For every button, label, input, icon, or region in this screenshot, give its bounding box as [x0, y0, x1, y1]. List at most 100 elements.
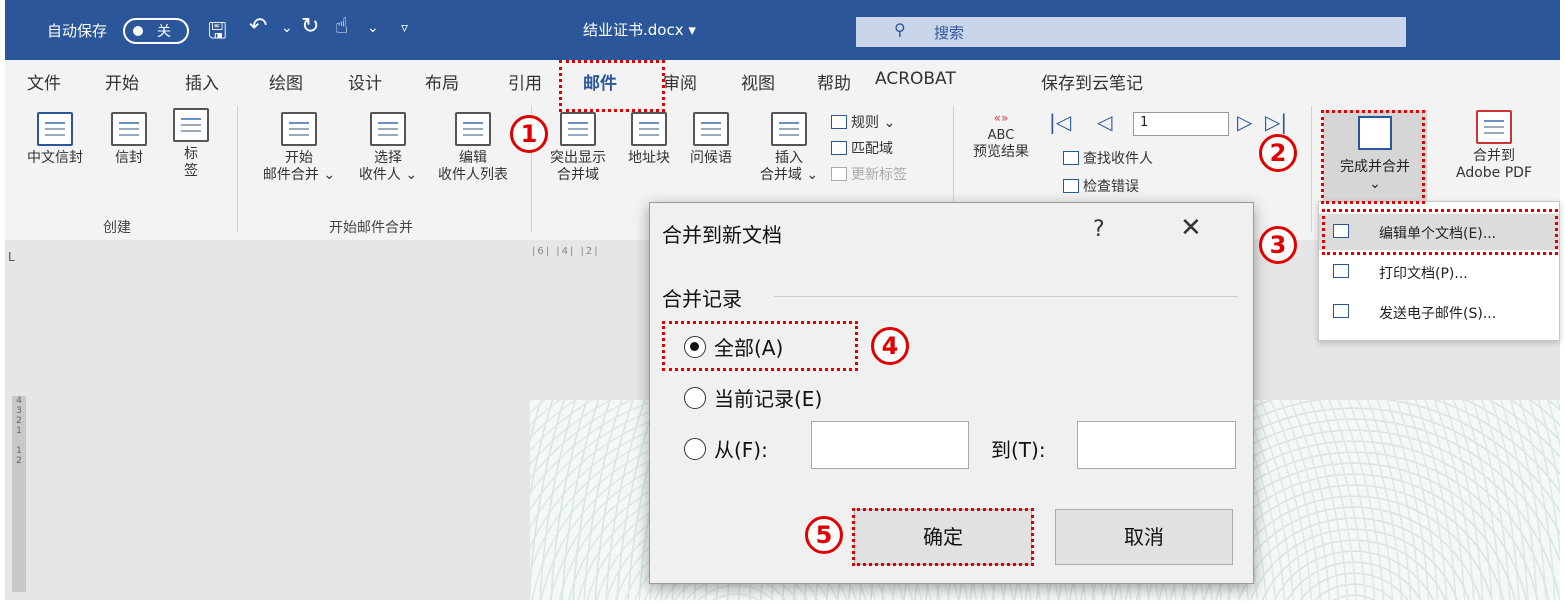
match-fields-label: 匹配域 — [851, 141, 893, 157]
start-mail-merge-button[interactable]: 开始 邮件合并 ⌄ — [251, 112, 347, 184]
envelope-button[interactable]: 信封 — [101, 112, 157, 167]
annotation-box-finish-merge — [1321, 110, 1425, 204]
adobe-label-2: Adobe PDF — [1455, 165, 1532, 181]
last-record-icon[interactable]: ▷| — [1265, 110, 1287, 134]
undo-icon[interactable]: ↶ — [249, 14, 267, 39]
save-icon[interactable]: 🖫 — [208, 14, 227, 52]
next-record-icon[interactable]: ▷ — [1237, 110, 1252, 134]
dialog-title: 合并到新文档 — [662, 223, 782, 247]
rules-label: 规则 ⌄ — [851, 115, 896, 131]
greeting-line-icon — [693, 112, 729, 146]
tab-view[interactable]: 视图 — [741, 69, 775, 94]
close-icon[interactable]: ✕ — [1180, 213, 1202, 243]
print-icon — [1333, 264, 1349, 278]
edit-recipient-list-button[interactable]: 编辑 收件人列表 — [425, 112, 521, 184]
cancel-button[interactable]: 取消 — [1055, 509, 1233, 565]
radio-current-record[interactable]: 当前记录(E) — [684, 383, 822, 412]
annotation-box-edit-documents — [1322, 209, 1558, 255]
rules-button[interactable]: 规则 ⌄ — [831, 112, 895, 132]
tab-save-to-cloud-note[interactable]: 保存到云笔记 — [1041, 69, 1143, 94]
tab-insert[interactable]: 插入 — [185, 69, 219, 94]
select-recipients-button[interactable]: 选择 收件人 ⌄ — [345, 112, 431, 184]
to-record-input[interactable] — [1077, 421, 1236, 469]
match-fields-icon — [831, 141, 847, 155]
menu-print-label: 打印文档(P)... — [1379, 266, 1468, 282]
tab-design[interactable]: 设计 — [348, 69, 382, 94]
labels-button[interactable]: 标 签 — [167, 108, 215, 180]
vertical-ruler: 432112 — [12, 396, 26, 592]
update-labels-button[interactable]: 更新标签 — [831, 164, 907, 184]
touch-dropdown-icon[interactable]: ⌄ — [367, 20, 379, 36]
labels-label-1: 标 — [184, 146, 198, 162]
tab-selector-icon[interactable]: L — [8, 250, 15, 264]
search-placeholder: 搜索 — [934, 24, 965, 42]
step-marker-4: 4 — [871, 327, 909, 365]
section-divider — [774, 296, 1238, 297]
check-errors-label: 检查错误 — [1083, 179, 1139, 195]
edit-recipient-list-icon — [455, 112, 491, 146]
group-start-merge-label: 开始邮件合并 — [329, 220, 413, 236]
customize-toolbar-icon[interactable]: ▿ — [401, 20, 408, 36]
select-recipients-label-1: 选择 — [374, 150, 402, 166]
insert-merge-field-icon — [771, 112, 807, 146]
merge-records-heading: 合并记录 — [662, 287, 742, 311]
step-marker-3: 3 — [1259, 226, 1297, 264]
autosave-toggle[interactable]: 关 — [123, 18, 189, 44]
match-fields-button[interactable]: 匹配域 — [831, 138, 893, 158]
undo-dropdown-icon[interactable]: ⌄ — [281, 20, 293, 36]
tab-home[interactable]: 开始 — [105, 69, 139, 94]
check-errors-icon — [1063, 179, 1079, 193]
preview-results-button[interactable]: «» ABC 预览结果 — [963, 110, 1039, 161]
tab-layout[interactable]: 布局 — [425, 69, 459, 94]
step-marker-1: 1 — [510, 115, 548, 153]
menu-email-label: 发送电子邮件(S)... — [1379, 306, 1497, 322]
email-icon — [1333, 304, 1349, 318]
highlight-label-2: 合并域 — [557, 167, 599, 183]
annotation-box-all-records — [662, 321, 858, 371]
chinese-envelope-label: 中文信封 — [27, 150, 83, 166]
menu-send-email[interactable]: 发送电子邮件(S)... — [1319, 294, 1559, 330]
greeting-line-label: 问候语 — [690, 150, 732, 166]
tab-help[interactable]: 帮助 — [817, 69, 851, 94]
merge-to-adobe-pdf-button[interactable]: 合并到 Adobe PDF — [1435, 110, 1553, 182]
from-record-input[interactable] — [811, 421, 969, 469]
update-labels-icon — [831, 167, 847, 181]
tab-review[interactable]: 审阅 — [663, 69, 697, 94]
tab-acrobat[interactable]: ACROBAT — [875, 69, 956, 89]
insert-field-label-2: 合并域 ⌄ — [759, 167, 819, 183]
chinese-envelope-button[interactable]: 中文信封 — [15, 112, 95, 167]
find-recipient-button[interactable]: 查找收件人 — [1063, 148, 1153, 168]
redo-icon[interactable]: ↻ — [301, 14, 319, 39]
toggle-knob — [133, 26, 143, 36]
record-number-input[interactable]: 1 — [1133, 112, 1229, 136]
address-block-icon — [631, 112, 667, 146]
envelope-icon — [111, 112, 147, 146]
menu-print-documents[interactable]: 打印文档(P)... — [1319, 254, 1559, 290]
tab-draw[interactable]: 绘图 — [269, 69, 303, 94]
first-record-icon[interactable]: |◁ — [1049, 110, 1071, 134]
highlight-fields-icon — [560, 112, 596, 146]
adobe-pdf-icon — [1476, 110, 1512, 144]
select-recipients-icon — [370, 112, 406, 146]
highlight-merge-fields-button[interactable]: 突出显示 合并域 — [541, 112, 615, 184]
document-title[interactable]: 结业证书.docx ▾ — [583, 19, 696, 40]
tab-references[interactable]: 引用 — [508, 69, 542, 94]
address-block-button[interactable]: 地址块 — [621, 112, 677, 167]
find-recipient-icon — [1063, 151, 1079, 165]
help-icon[interactable]: ? — [1093, 217, 1105, 242]
touch-mode-icon[interactable]: ☝ — [335, 14, 348, 39]
radio-from-label: 从(F): — [714, 438, 768, 462]
check-errors-button[interactable]: 检查错误 — [1063, 176, 1139, 196]
address-block-label: 地址块 — [628, 150, 670, 166]
start-merge-label-2: 邮件合并 ⌄ — [262, 167, 336, 183]
greeting-line-button[interactable]: 问候语 — [681, 112, 741, 167]
tab-file[interactable]: 文件 — [27, 69, 61, 94]
insert-field-label-1: 插入 — [775, 150, 803, 166]
select-recipients-label-2: 收件人 ⌄ — [358, 167, 418, 183]
insert-merge-field-button[interactable]: 插入 合并域 ⌄ — [753, 112, 825, 184]
ribbon-separator — [237, 106, 238, 232]
search-box[interactable]: ⚲ 搜索 — [856, 17, 1406, 47]
radio-from[interactable]: 从(F): — [684, 434, 768, 463]
group-create-label: 创建 — [103, 220, 131, 236]
previous-record-icon[interactable]: ◁ — [1097, 110, 1112, 134]
